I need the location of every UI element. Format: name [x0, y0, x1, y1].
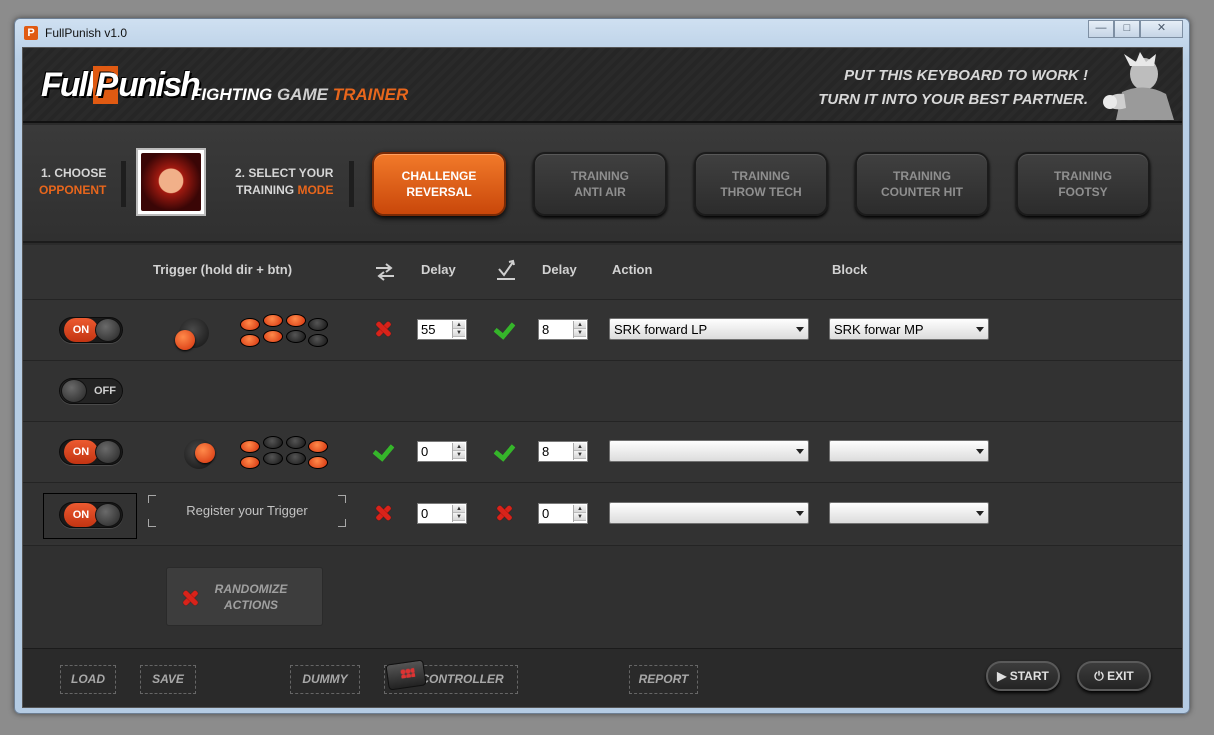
- cross-icon[interactable]: [495, 504, 513, 522]
- joystick-icon: [178, 433, 218, 473]
- fighter-illustration-icon: [1103, 52, 1174, 120]
- toggle-knob: [61, 379, 87, 403]
- randomize-actions-button[interactable]: RANDOMIZE ACTIONS: [166, 567, 323, 626]
- register-trigger-label: Register your Trigger: [186, 503, 308, 518]
- divider: [121, 161, 126, 207]
- header-action: Action: [612, 262, 653, 277]
- app-icon: P: [24, 26, 38, 40]
- play-icon: ▶: [997, 669, 1007, 683]
- block-dropdown[interactable]: [829, 440, 989, 462]
- opponent-avatar[interactable]: [136, 148, 206, 216]
- button-layout-icon: [238, 434, 328, 474]
- toggle-knob: [95, 440, 121, 464]
- tagline: FIGHTING GAME TRAINER: [191, 85, 409, 104]
- check-arrow-icon: [497, 259, 515, 280]
- title-bar[interactable]: P FullPunish v1.0 — □ ✕: [15, 19, 1189, 47]
- cross-icon[interactable]: [374, 504, 392, 522]
- cross-icon[interactable]: [374, 320, 392, 338]
- window-title: FullPunish v1.0: [45, 26, 128, 40]
- toggle-knob: [95, 318, 121, 342]
- save-button[interactable]: SAVE: [140, 665, 196, 694]
- action-dropdown[interactable]: [609, 440, 809, 462]
- check-icon[interactable]: [495, 442, 515, 458]
- header-delay-1: Delay: [421, 262, 456, 277]
- exit-button[interactable]: ⏻ EXIT: [1077, 661, 1151, 691]
- button-layout-icon: [238, 312, 328, 352]
- mode-training-counter-hit[interactable]: TRAINING COUNTER HIT: [855, 152, 989, 216]
- delay-1-spinner[interactable]: 0 ▲ ▼: [417, 441, 467, 462]
- controller-icon: [385, 659, 427, 691]
- table-row: ON 0 ▲ ▼ 8 ▲ ▼: [23, 421, 1182, 482]
- footer-toolbar: LOAD SAVE DUMMY CONTROLLER REPORT ▶ STAR…: [23, 648, 1182, 707]
- app-logo: FullPunish: [41, 66, 201, 104]
- block-dropdown[interactable]: SRK forwar MP: [829, 318, 989, 340]
- toggle-label: ON: [64, 318, 98, 342]
- table-row: ON Register your Trigger 0 ▲ ▼ 0 ▲ ▼: [23, 482, 1182, 543]
- delay-2-spinner[interactable]: 8 ▲ ▼: [538, 319, 588, 340]
- check-icon[interactable]: [495, 320, 515, 336]
- delay-1-spinner[interactable]: 0 ▲ ▼: [417, 503, 467, 524]
- report-button[interactable]: REPORT: [629, 665, 698, 694]
- app-window: P FullPunish v1.0 — □ ✕ FullPunish FIGHT…: [14, 18, 1190, 714]
- minimize-button[interactable]: —: [1088, 20, 1114, 38]
- close-button[interactable]: ✕: [1140, 20, 1183, 38]
- mode-training-footsy[interactable]: TRAINING FOOTSY: [1016, 152, 1150, 216]
- row-toggle[interactable]: ON: [59, 317, 123, 343]
- table-row: OFF: [23, 360, 1182, 421]
- maximize-button[interactable]: □: [1114, 20, 1140, 38]
- select-mode-label: 2. SELECT YOUR TRAINING MODE: [235, 166, 334, 197]
- joystick-icon: [173, 312, 213, 352]
- app-header: FullPunish FIGHTING GAME TRAINER PUT THI…: [23, 48, 1182, 123]
- randomize-section: RANDOMIZE ACTIONS: [23, 545, 1182, 648]
- table-row: ON 55 ▲ ▼ 8 ▲ ▼ SRK forward LP SRK forwar MP: [23, 299, 1182, 360]
- block-dropdown[interactable]: [829, 502, 989, 524]
- mode-training-anti-air[interactable]: TRAINING ANTI AIR: [533, 152, 667, 216]
- swap-arrows-icon: [376, 263, 394, 281]
- controller-button[interactable]: CONTROLLER: [384, 659, 518, 694]
- dummy-button[interactable]: DUMMY: [290, 665, 360, 694]
- toggle-label: ON: [64, 503, 98, 527]
- row-toggle[interactable]: OFF: [59, 378, 123, 404]
- header-trigger: Trigger (hold dir + btn): [153, 262, 293, 277]
- toggle-knob: [95, 503, 121, 527]
- action-dropdown[interactable]: [609, 502, 809, 524]
- toggle-label: ON: [64, 440, 98, 464]
- delay-2-spinner[interactable]: 0 ▲ ▼: [538, 503, 588, 524]
- choose-opponent-label: 1. CHOOSE OPPONENT: [39, 166, 107, 197]
- row-toggle[interactable]: ON: [59, 502, 123, 528]
- action-dropdown[interactable]: SRK forward LP: [609, 318, 809, 340]
- delay-2-spinner[interactable]: 8 ▲ ▼: [538, 441, 588, 462]
- header-delay-2: Delay: [542, 262, 577, 277]
- load-button[interactable]: LOAD: [60, 665, 116, 694]
- start-button[interactable]: ▶ START: [986, 661, 1060, 691]
- mode-challenge-reversal[interactable]: CHALLENGE REVERSAL: [372, 152, 506, 216]
- toggle-label: OFF: [94, 385, 116, 397]
- mode-training-throw-tech[interactable]: TRAINING THROW TECH: [694, 152, 828, 216]
- check-icon[interactable]: [374, 442, 394, 458]
- delay-1-spinner[interactable]: 55 ▲ ▼: [417, 319, 467, 340]
- header-block: Block: [832, 262, 868, 277]
- register-trigger-area[interactable]: Register your Trigger: [148, 495, 346, 527]
- power-icon: ⏻: [1094, 669, 1104, 683]
- opponent-portrait-icon: [141, 153, 201, 211]
- cross-icon: [181, 589, 199, 607]
- slogan: PUT THIS KEYBOARD TO WORK ! TURN IT INTO…: [818, 67, 1088, 108]
- divider: [349, 161, 354, 207]
- mode-selection-bar: 1. CHOOSE OPPONENT 2. SELECT YOUR TRAINI…: [23, 125, 1182, 243]
- client-area: FullPunish FIGHTING GAME TRAINER PUT THI…: [22, 47, 1183, 708]
- row-toggle[interactable]: ON: [59, 439, 123, 465]
- trigger-table: Trigger (hold dir + btn) Delay Delay Act…: [23, 245, 1182, 545]
